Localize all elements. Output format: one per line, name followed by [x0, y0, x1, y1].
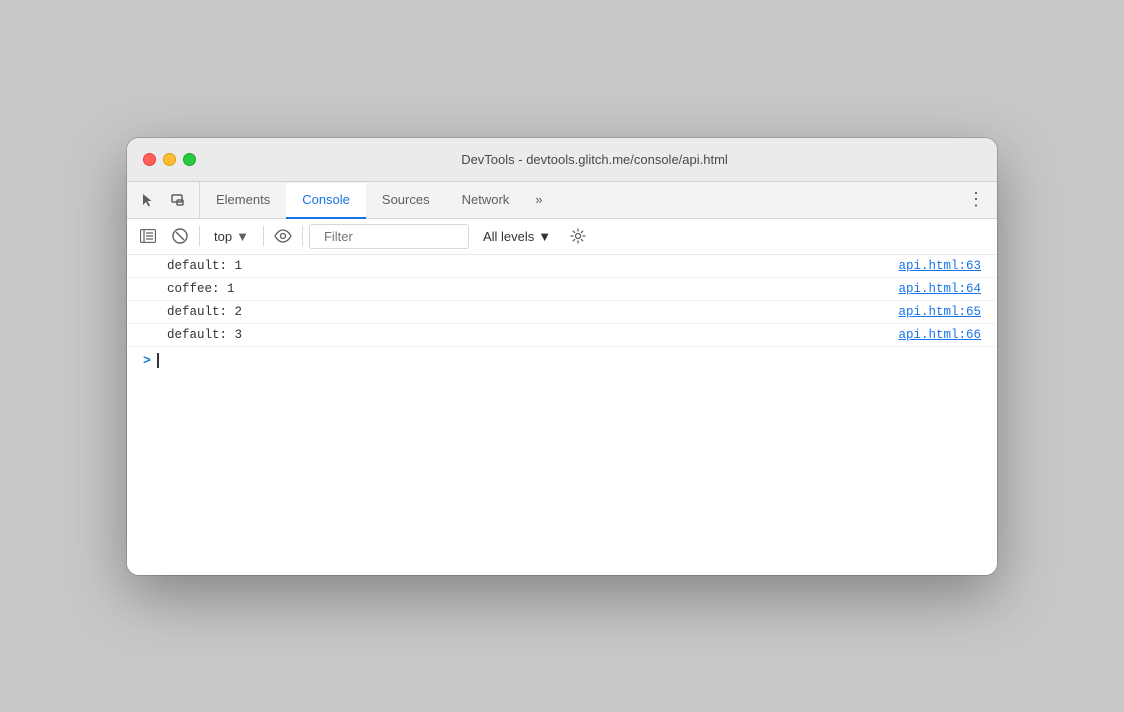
minimize-button[interactable]: [163, 153, 176, 166]
chevron-down-icon: ▼: [236, 229, 249, 244]
tab-console[interactable]: Console: [286, 183, 366, 219]
console-cursor: [157, 353, 159, 368]
filter-wrapper: [309, 224, 469, 249]
separator-3: [302, 226, 303, 246]
console-row: default: 1 api.html:63: [127, 255, 997, 278]
tab-sources[interactable]: Sources: [366, 183, 446, 219]
log-levels-button[interactable]: All levels ▼: [475, 226, 559, 247]
console-source-link[interactable]: api.html:64: [898, 282, 981, 296]
title-bar: DevTools - devtools.glitch.me/console/ap…: [127, 138, 997, 182]
maximize-button[interactable]: [183, 153, 196, 166]
console-source-link[interactable]: api.html:65: [898, 305, 981, 319]
close-button[interactable]: [143, 153, 156, 166]
devtools-window: DevTools - devtools.glitch.me/console/ap…: [127, 138, 997, 575]
console-prompt: >: [143, 353, 151, 368]
chevron-down-icon: ▼: [538, 229, 551, 244]
console-row: default: 3 api.html:66: [127, 324, 997, 347]
settings-icon[interactable]: [565, 223, 591, 249]
context-selector[interactable]: top ▼: [206, 226, 257, 247]
tabs-list: Elements Console Sources Network »: [200, 182, 955, 218]
tabs-actions: ⋮: [955, 182, 997, 218]
more-tabs-button[interactable]: »: [525, 182, 552, 218]
cursor-icon[interactable]: [135, 187, 161, 213]
console-row: coffee: 1 api.html:64: [127, 278, 997, 301]
console-row: default: 2 api.html:65: [127, 301, 997, 324]
responsive-icon[interactable]: [165, 187, 191, 213]
console-source-link[interactable]: api.html:66: [898, 328, 981, 342]
console-output: default: 1 api.html:63 coffee: 1 api.htm…: [127, 255, 997, 575]
console-message-text: coffee: 1: [167, 282, 235, 296]
console-source-link[interactable]: api.html:63: [898, 259, 981, 273]
separator-1: [199, 226, 200, 246]
sidebar-toggle-icon[interactable]: [135, 223, 161, 249]
console-toolbar: top ▼ All levels ▼: [127, 219, 997, 255]
window-title: DevTools - devtools.glitch.me/console/ap…: [208, 152, 981, 167]
devtools-panel: Elements Console Sources Network » ⋮: [127, 182, 997, 575]
console-message-text: default: 1: [167, 259, 242, 273]
devtools-menu-button[interactable]: ⋮: [963, 187, 989, 213]
toolbar-icons: [127, 182, 200, 218]
console-message-text: default: 3: [167, 328, 242, 342]
tab-network[interactable]: Network: [446, 183, 526, 219]
live-expressions-icon[interactable]: [270, 223, 296, 249]
traffic-lights: [143, 153, 196, 166]
console-message-text: default: 2: [167, 305, 242, 319]
clear-console-icon[interactable]: [167, 223, 193, 249]
tabs-row: Elements Console Sources Network » ⋮: [127, 182, 997, 219]
console-input-row: >: [127, 347, 997, 374]
separator-2: [263, 226, 264, 246]
tab-elements[interactable]: Elements: [200, 183, 286, 219]
